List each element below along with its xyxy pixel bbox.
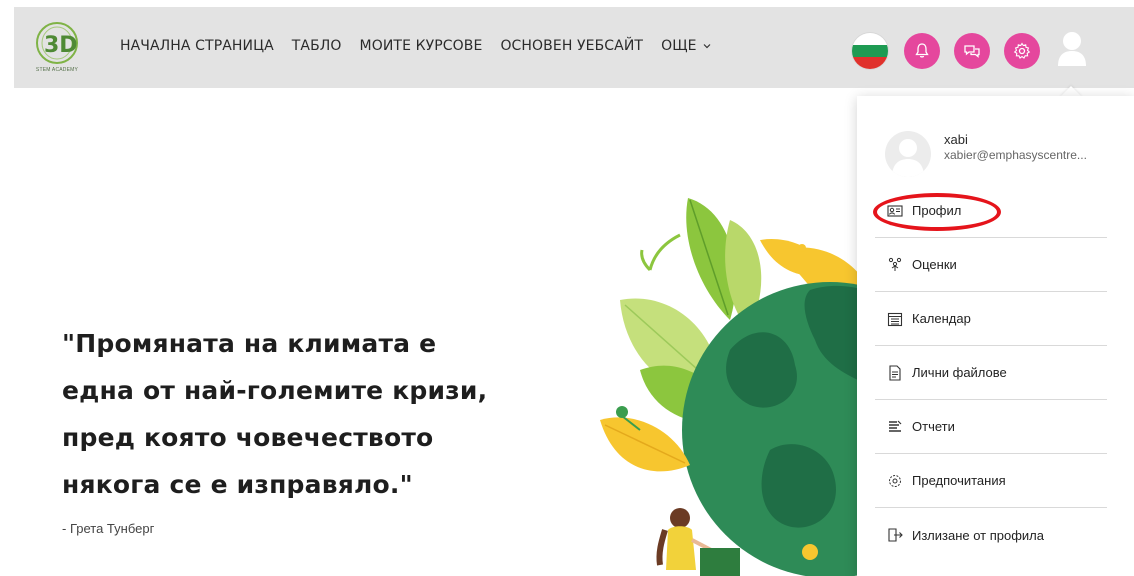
menu-item-label: Излизане от профила [912, 527, 1044, 543]
user-menu-toggle[interactable] [1052, 29, 1092, 69]
file-icon [887, 364, 903, 381]
user-icon [1058, 32, 1086, 66]
chevron-down-icon [703, 44, 710, 49]
calendar-icon [887, 311, 903, 327]
dropdown-user-header: xabi xabier@emphasyscentre... [885, 130, 1087, 177]
avatar[interactable] [885, 131, 931, 177]
logout-icon [887, 527, 903, 543]
nav-more-dropdown[interactable]: ОЩЕ [661, 38, 711, 54]
bulgaria-flag-icon[interactable] [852, 33, 888, 69]
page: 3D STEM ACADEMY НАЧАЛНА СТРАНИЦА ТАБЛО М… [0, 0, 1134, 576]
logo-subtext: STEM ACADEMY [35, 67, 79, 73]
nav-more-label: ОЩЕ [661, 38, 697, 54]
nav-link-home[interactable]: НАЧАЛНА СТРАНИЦА [120, 38, 274, 54]
menu-item-label: Оценки [912, 257, 957, 272]
main-nav: НАЧАЛНА СТРАНИЦА ТАБЛО МОИТЕ КУРСОВЕ ОСН… [120, 38, 730, 54]
grades-icon [887, 257, 903, 273]
user-dropdown-menu: xabi xabier@emphasyscentre... Профил Оце… [857, 96, 1134, 576]
site-logo[interactable]: 3D STEM ACADEMY [32, 21, 82, 75]
reports-icon [887, 419, 903, 435]
user-avatar-icon [892, 139, 924, 177]
menu-item-personal-files[interactable]: Лични файлове [875, 346, 1107, 400]
menu-item-label: Профил [912, 203, 962, 218]
nav-link-my-courses[interactable]: МОИТЕ КУРСОВЕ [360, 38, 483, 54]
hero-quote: "Промяната на климата е една от най-голе… [62, 320, 582, 508]
profile-card-icon [887, 203, 903, 219]
menu-item-grades[interactable]: Оценки [875, 238, 1107, 292]
menu-item-label: Отчети [912, 419, 955, 434]
chat-icon [964, 45, 980, 58]
gear-icon [1013, 42, 1031, 59]
top-navbar: 3D STEM ACADEMY НАЧАЛНА СТРАНИЦА ТАБЛО М… [14, 7, 1134, 88]
menu-item-label: Предпочитания [912, 473, 1006, 488]
menu-item-reports[interactable]: Отчети [875, 400, 1107, 454]
user-name: xabi [944, 132, 968, 147]
menu-item-preferences[interactable]: Предпочитания [875, 454, 1107, 508]
menu-item-calendar[interactable]: Календар [875, 292, 1107, 346]
menu-item-label: Календар [912, 311, 971, 326]
quote-line-1: "Промяната на климата е [62, 329, 437, 358]
notifications-button[interactable] [904, 33, 940, 69]
climate-illustration [600, 198, 880, 576]
nav-link-main-website[interactable]: ОСНОВЕН УЕБСАЙТ [500, 38, 643, 54]
messages-button[interactable] [954, 33, 990, 69]
menu-item-profile[interactable]: Профил [875, 184, 1107, 238]
menu-item-logout[interactable]: Излизане от профила [875, 508, 1107, 562]
quote-line-4: някога се е изправяло." [62, 470, 413, 499]
nav-link-dashboard[interactable]: ТАБЛО [292, 38, 342, 54]
menu-item-label: Лични файлове [912, 365, 1007, 380]
preferences-gear-icon [887, 473, 903, 489]
quote-line-3: пред която човечеството [62, 423, 434, 452]
user-email: xabier@emphasyscentre... [944, 148, 1087, 162]
quote-line-2: една от най-големите кризи, [62, 376, 488, 405]
logo-text: 3D [44, 33, 78, 58]
bell-icon [915, 43, 929, 58]
quote-author: - Грета Тунберг [62, 521, 155, 536]
settings-button[interactable] [1004, 33, 1040, 69]
